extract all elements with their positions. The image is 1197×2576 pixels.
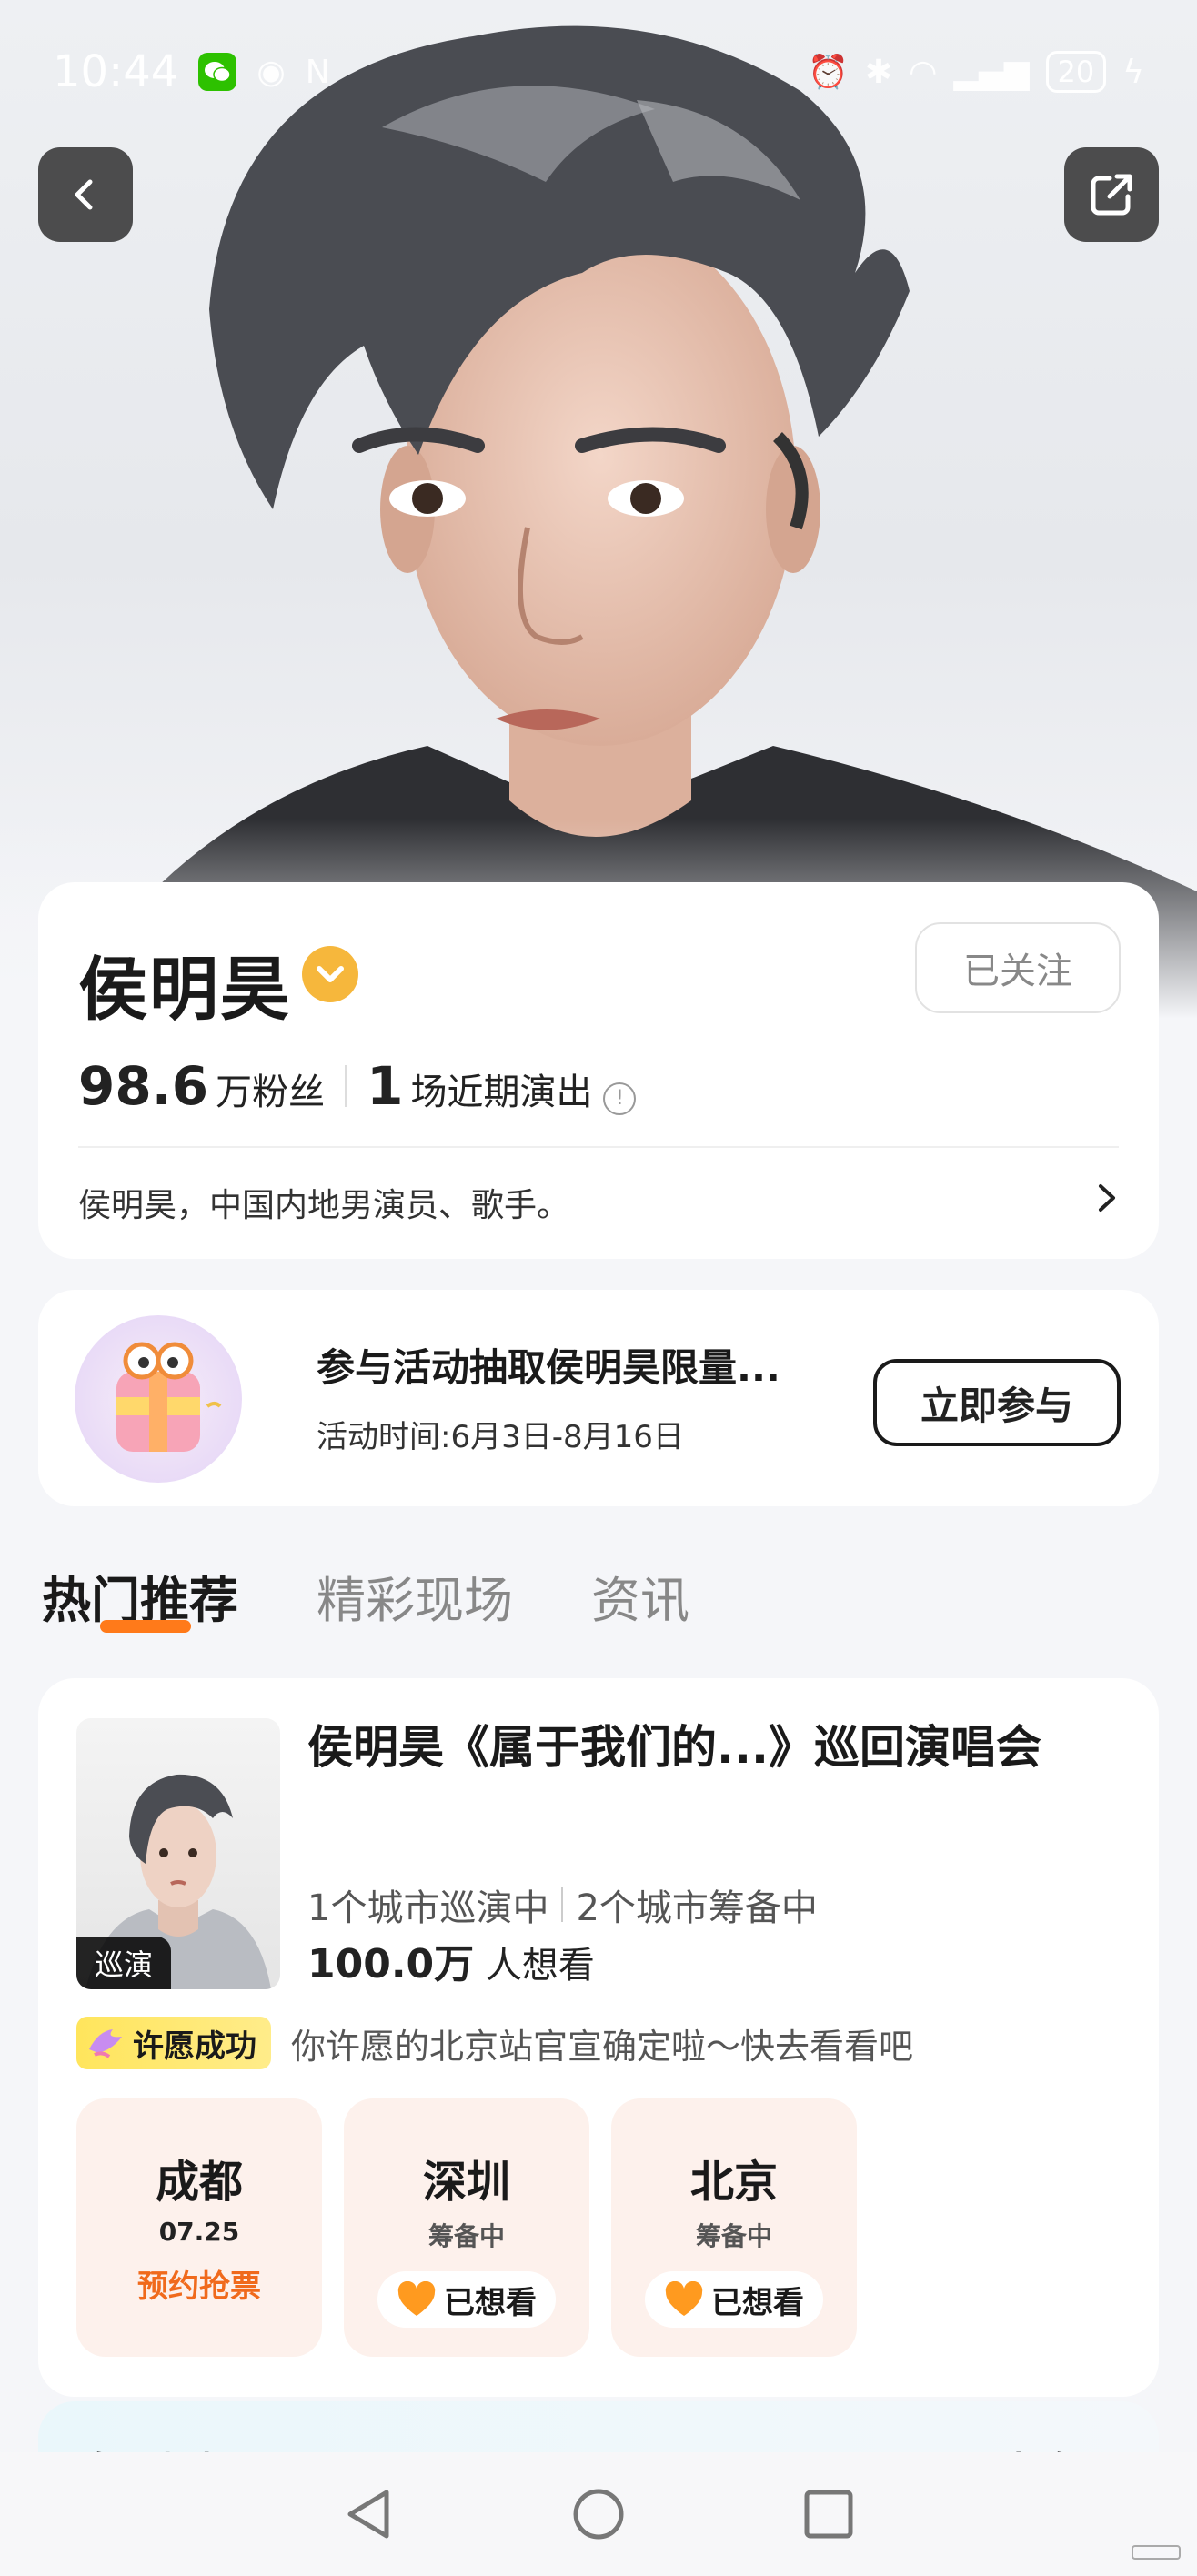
city-name: 成都 (155, 2157, 243, 2208)
tab-news[interactable]: 资讯 (591, 1560, 689, 1632)
join-button[interactable]: 立即参与 (873, 1359, 1121, 1446)
reserve-ticket-link[interactable]: 预约抢票 (76, 2261, 322, 2306)
artist-name: 侯明昊 (78, 949, 291, 1030)
wish-badge-label: 许愿成功 (133, 2028, 256, 2065)
content-tabs: 热门推荐 精彩现场 资讯 (42, 1560, 689, 1633)
back-icon (75, 179, 93, 210)
hero-banner: 10:44 ◉ N ⏰ ✱ ◠ ▂▄▆ 20 ϟ (0, 0, 1197, 1019)
bluetooth-icon: ✱ (864, 53, 893, 91)
want-label: 已想看 (711, 2284, 804, 2321)
wish-bird-icon (89, 2029, 122, 2058)
share-button[interactable] (1064, 147, 1159, 242)
stat-divider (345, 1065, 347, 1107)
city-card-chengdu[interactable]: 成都 07.25 预约抢票 (76, 2098, 322, 2357)
want-to-see: 100.0万 人想看 (307, 1931, 595, 1989)
want-button[interactable]: 已想看 (377, 2271, 556, 2328)
chevron-right-icon[interactable] (1093, 1182, 1121, 1213)
tab-active-indicator (100, 1620, 191, 1633)
shows-count: 1 (367, 1055, 404, 1117)
wifi-icon: ◠ (909, 53, 938, 91)
back-button[interactable] (38, 147, 133, 242)
heart-icon (665, 2281, 703, 2316)
profile-card: 侯明昊 已关注 98.6 万粉丝 1 场近期演出 ! 侯明昊，中国内地男演员、歌… (38, 882, 1159, 1259)
nav-recent-icon[interactable] (803, 2489, 854, 2540)
tour-tag: 巡演 (76, 1937, 172, 1989)
system-nav-bar (0, 2452, 1197, 2576)
artist-bio[interactable]: 侯明昊，中国内地男演员、歌手。 (78, 1179, 569, 1226)
alarm-icon: ⏰ (808, 54, 849, 91)
wechat-icon (198, 53, 237, 91)
status-bar: 10:44 ◉ N ⏰ ✱ ◠ ▂▄▆ 20 ϟ (53, 40, 1144, 104)
status-time: 10:44 (53, 46, 179, 97)
concert-title[interactable]: 侯明昊《属于我们的...》巡回演唱会 (307, 1711, 1041, 1776)
tab-live[interactable]: 精彩现场 (317, 1560, 513, 1632)
gift-mascot-image (75, 1315, 242, 1483)
artist-portrait (0, 25, 1197, 1019)
want-button[interactable]: 已想看 (645, 2271, 823, 2328)
divider (78, 1146, 1119, 1148)
profile-stats: 98.6 万粉丝 1 场近期演出 ! (78, 1055, 637, 1117)
activity-time: 活动时间:6月3日-8月16日 (317, 1419, 684, 1455)
concert-card[interactable]: 巡演 侯明昊《属于我们的...》巡回演唱会 1个城市巡演中 2个城市筹备中 10… (38, 1678, 1159, 2397)
nav-home-icon[interactable] (571, 2487, 626, 2541)
city-card-shenzhen[interactable]: 深圳 筹备中 已想看 (344, 2098, 589, 2357)
charging-icon: ϟ (1122, 53, 1144, 91)
activity-title: 参与活动抽取侯明昊限量... (317, 1345, 780, 1390)
city-status: 筹备中 (695, 2221, 772, 2251)
eye-icon: ◉ (256, 53, 286, 91)
wish-message: 你许愿的北京站官宣确定啦～快去看看吧 (291, 2026, 914, 2067)
battery-indicator: 20 (1045, 51, 1107, 93)
city-card-beijing[interactable]: 北京 筹备中 已想看 (611, 2098, 857, 2357)
want-suffix: 人想看 (485, 1945, 595, 1987)
preparing-count: 2个城市筹备中 (576, 1887, 818, 1929)
signal-icon: ▂▄▆ (953, 53, 1030, 91)
nav-back-icon[interactable] (343, 2487, 394, 2541)
nfc-icon: N (305, 53, 330, 91)
touring-count: 1个城市巡演中 (307, 1887, 549, 1929)
follow-button[interactable]: 已关注 (915, 922, 1121, 1013)
city-date: 07.25 (158, 2217, 240, 2247)
heart-icon (397, 2281, 436, 2316)
fans-label: 万粉丝 (216, 1072, 326, 1113)
city-cards: 成都 07.25 预约抢票 深圳 筹备中 已想看 北京 筹备中 已想看 (76, 2098, 857, 2357)
city-name: 深圳 (422, 2157, 510, 2208)
fans-count: 98.6 (78, 1055, 209, 1117)
info-icon[interactable]: ! (603, 1082, 637, 1115)
wish-row[interactable]: 许愿成功 你许愿的北京站官宣确定啦～快去看看吧 (76, 2017, 913, 2069)
city-status: 筹备中 (428, 2221, 505, 2251)
shows-label: 场近期演出 (410, 1072, 593, 1113)
verified-icon (302, 946, 358, 1002)
keyboard-hint-icon (1132, 2545, 1181, 2560)
city-divider (561, 1887, 564, 1922)
city-name: 北京 (689, 2157, 778, 2208)
concert-city-status: 1个城市巡演中 2个城市筹备中 (307, 1878, 818, 1931)
activity-card[interactable]: 参与活动抽取侯明昊限量... 活动时间:6月3日-8月16日 立即参与 (38, 1290, 1159, 1506)
want-count: 100.0万 (307, 1941, 475, 1987)
share-icon (1091, 174, 1132, 216)
want-label: 已想看 (444, 2284, 537, 2321)
wish-badge: 许愿成功 (76, 2017, 271, 2069)
concert-poster[interactable]: 巡演 (76, 1718, 280, 1989)
